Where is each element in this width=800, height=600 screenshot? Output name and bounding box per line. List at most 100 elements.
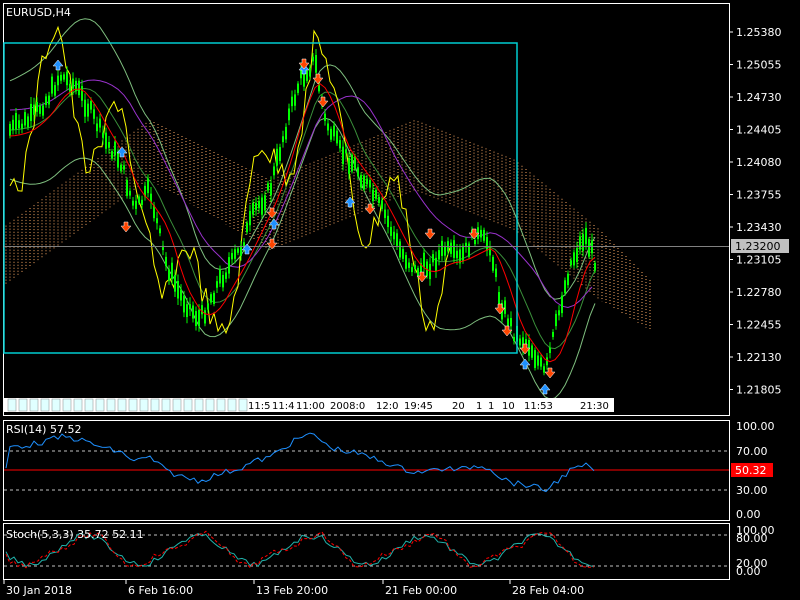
candle-body [576,248,578,263]
candle-body [120,164,122,172]
candle-body [132,200,134,206]
candle-body [495,268,497,278]
price-tick-label: 1.25055 [736,59,782,72]
sell-arrow [424,228,436,240]
candle-body [156,218,158,224]
price-tick-label: 1.22455 [736,319,782,332]
candle-body [18,120,20,129]
price-tick-label: 1.24405 [736,124,782,137]
candle-body [540,357,542,367]
candle-body [48,95,50,105]
candle-body [135,200,137,209]
candle-body [198,309,200,327]
candle-body [513,336,515,341]
candle-body [177,280,179,299]
chart-canvas[interactable]: 11:5 11:4 11:00 2008:0 12:0 19:45 20 1 1 10 11:53 2… [0,0,800,600]
event-label: 2008:0 [330,401,365,412]
candle-body [309,67,311,77]
candle-body [474,239,476,245]
candle-body [402,249,404,259]
candle-body [69,83,71,93]
candle-body [549,347,551,353]
candle-body [273,166,275,176]
event-label: 20 [452,401,465,412]
candle-body [567,273,569,286]
candle-body [387,215,389,228]
candle-body [504,300,506,314]
candle-body [399,241,401,258]
candle-body [87,103,89,117]
candle-body [261,197,263,215]
yellow-path [9,25,451,335]
event-label: 11:4 [272,401,294,412]
rsi-current-badge-text: 50.32 [735,464,767,477]
event-marker [7,398,17,412]
candle-body [555,313,557,327]
candle-body [33,104,35,115]
candle-body [9,123,11,136]
candle-body [39,105,41,114]
price-tick-label: 1.22130 [736,351,782,364]
candle-body [225,272,227,279]
candle-body [66,71,68,86]
event-marker [29,398,39,412]
candle-body [213,292,215,305]
candle-body [594,262,596,271]
yellow-oscillator-line [9,25,451,335]
time-axis: 30 Jan 2018 6 Feb 16:00 13 Feb 20:00 21 Feb… [3,580,584,597]
candle-body [531,345,533,358]
event-label: 1 [488,401,494,412]
candle-body [210,294,212,303]
event-label-strip: 11:5 11:4 11:00 2008:0 12:0 19:45 20 1 1 10 11:53 2… [4,398,614,412]
stoch-label: Stoch(5,3,3) 35.72 52.11 [6,528,144,541]
sell-arrow [266,207,278,219]
rsi-line [5,432,595,493]
stoch-tick-label: 0.00 [736,565,761,578]
candle-body [336,130,338,144]
candle-body [12,119,14,131]
time-tick-label: 28 Feb 04:00 [512,584,584,597]
candle-body [291,96,293,107]
candle-body [375,189,377,199]
candle-body [267,183,269,191]
candle-body [456,250,458,259]
candle-body [306,70,308,81]
candle-body [411,267,413,273]
candle-body [141,199,143,206]
stoch-tick-label: 80.00 [736,532,768,545]
sell-arrow [266,238,278,250]
candle-body [462,245,464,262]
candle-body [537,355,539,366]
candle-body [63,74,65,80]
candle-body [51,76,53,94]
candle-body [45,96,47,105]
candle-body [114,141,116,156]
candle-body [159,228,161,234]
candle-body [81,86,83,101]
candle-body [546,357,548,366]
candle-body [582,234,584,251]
candle-body [390,226,392,236]
candle-body [117,151,119,168]
event-marker [139,398,149,412]
rsi-path [5,432,595,493]
candle-body [222,275,224,288]
candle-body [378,196,380,204]
event-marker [227,398,237,412]
candle-body [249,211,251,226]
candle-body [246,222,248,233]
candle-body [483,229,485,241]
candle-body [24,112,26,126]
candle-body [585,227,587,245]
candle-body [372,189,374,202]
candle-body [330,128,332,140]
price-tick-label: 1.24080 [736,156,782,169]
candle-body [393,231,395,240]
candle-body [165,256,167,267]
event-label: 19:45 [404,401,433,412]
event-marker [216,398,226,412]
candle-body [129,190,131,196]
candle-body [60,74,62,81]
lower-band-path [9,117,596,400]
candle-body [126,180,128,196]
